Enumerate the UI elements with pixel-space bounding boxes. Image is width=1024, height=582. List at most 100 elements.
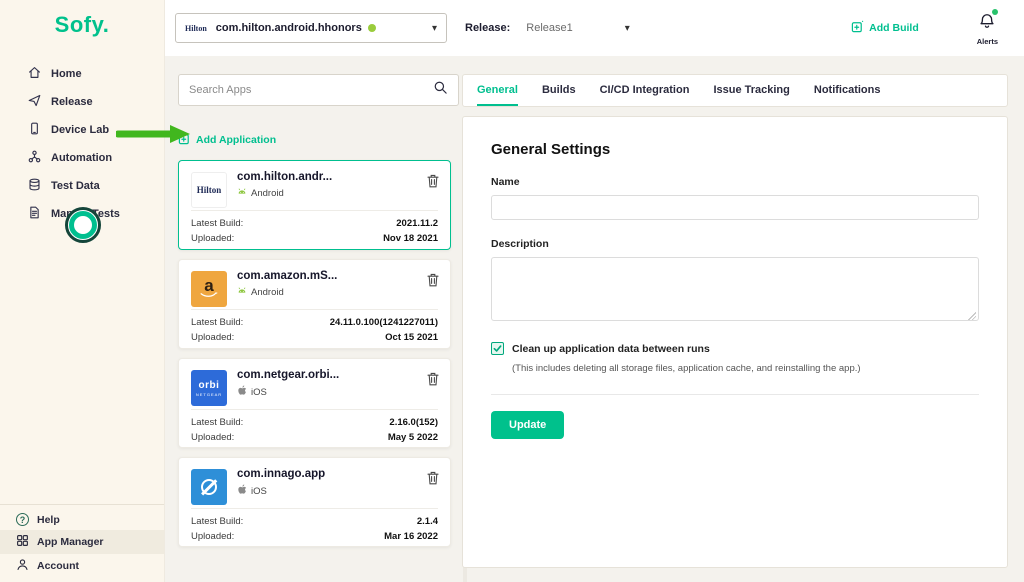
app-package-name: com.innago.app bbox=[237, 468, 438, 480]
cleanup-checkbox[interactable] bbox=[491, 342, 504, 355]
latest-build-value: 2.1.4 bbox=[417, 516, 438, 527]
app-card-netgear[interactable]: orbi NETGEAR com.netgear.orbi... iOS Lat… bbox=[178, 358, 451, 448]
platform-label: Android bbox=[251, 287, 284, 298]
latest-build-label: Latest Build: bbox=[191, 317, 243, 328]
main-content: Add Application Hilton com.hilton.andr..… bbox=[165, 56, 1024, 582]
sidebar-item-label: App Manager bbox=[37, 536, 104, 548]
amazon-app-logo: a bbox=[191, 271, 227, 307]
app-package-name: com.hilton.andr... bbox=[237, 171, 438, 183]
innago-app-logo bbox=[191, 469, 227, 505]
test-data-icon bbox=[28, 178, 41, 194]
uploaded-value: May 5 2022 bbox=[388, 432, 438, 443]
innago-mark bbox=[201, 479, 217, 495]
latest-build-label: Latest Build: bbox=[191, 516, 243, 527]
chevron-down-icon[interactable] bbox=[625, 23, 630, 34]
app-card-amazon[interactable]: a com.amazon.mS... Android Latest Build:… bbox=[178, 259, 451, 349]
app-platform: Android bbox=[237, 286, 438, 299]
loading-spinner bbox=[65, 207, 101, 243]
delete-app-icon[interactable] bbox=[427, 273, 439, 292]
card-divider bbox=[191, 409, 438, 410]
apps-panel: Add Application Hilton com.hilton.andr..… bbox=[178, 74, 459, 556]
topbar: Hilton com.hilton.android.hhonors Releas… bbox=[165, 0, 1024, 56]
sidebar-item-label: Release bbox=[51, 96, 93, 108]
release-label: Release: bbox=[465, 22, 510, 34]
sidebar-footer: Help App Manager Account bbox=[0, 504, 164, 578]
app-selector-dropdown[interactable]: Hilton com.hilton.android.hhonors bbox=[175, 13, 447, 43]
cleanup-option-row: Clean up application data between runs bbox=[491, 342, 979, 355]
sidebar-item-help[interactable]: Help bbox=[0, 509, 164, 530]
description-field[interactable] bbox=[491, 257, 979, 321]
resize-grip-icon[interactable] bbox=[968, 312, 976, 320]
latest-build-row: Latest Build: 2.1.4 bbox=[191, 514, 438, 529]
app-card-hilton[interactable]: Hilton com.hilton.andr... Android Latest… bbox=[178, 160, 451, 250]
sidebar-item-label: Automation bbox=[51, 152, 112, 164]
platform-label: iOS bbox=[251, 387, 267, 398]
sidebar-item-release[interactable]: Release bbox=[0, 88, 164, 116]
latest-build-value: 2021.11.2 bbox=[396, 218, 438, 229]
delete-app-icon[interactable] bbox=[427, 174, 439, 193]
general-settings-panel: General Settings Name Description Clean … bbox=[462, 116, 1008, 568]
app-card-innago[interactable]: com.innago.app iOS Latest Build: 2.1.4 U… bbox=[178, 457, 451, 547]
latest-build-label: Latest Build: bbox=[191, 417, 243, 428]
alerts-button[interactable]: Alerts bbox=[977, 11, 998, 46]
uploaded-label: Uploaded: bbox=[191, 531, 234, 542]
device-lab-icon bbox=[28, 122, 41, 138]
sidebar-item-home[interactable]: Home bbox=[0, 60, 164, 88]
app-package-name: com.netgear.orbi... bbox=[237, 369, 438, 381]
sidebar: Sofy. Home Release Device Lab Automation… bbox=[0, 0, 165, 582]
add-application-label: Add Application bbox=[196, 134, 276, 146]
sidebar-item-app-manager[interactable]: App Manager bbox=[0, 530, 164, 554]
sidebar-item-label: Home bbox=[51, 68, 82, 80]
sidebar-item-automation[interactable]: Automation bbox=[0, 144, 164, 172]
android-icon bbox=[237, 286, 247, 299]
update-button[interactable]: Update bbox=[491, 411, 564, 439]
sidebar-item-account[interactable]: Account bbox=[0, 554, 164, 578]
release-dropdown-value[interactable]: Release1 bbox=[526, 22, 572, 34]
settings-column: General Builds CI/CD Integration Issue T… bbox=[462, 74, 1008, 568]
uploaded-label: Uploaded: bbox=[191, 332, 234, 343]
release-icon bbox=[28, 94, 41, 110]
uploaded-row: Uploaded: Mar 16 2022 bbox=[191, 529, 438, 544]
card-divider bbox=[191, 508, 438, 509]
android-icon bbox=[237, 187, 247, 200]
home-icon bbox=[28, 66, 41, 82]
settings-tabs: General Builds CI/CD Integration Issue T… bbox=[462, 74, 1008, 107]
manual-tests-icon bbox=[28, 206, 41, 222]
cleanup-label: Clean up application data between runs bbox=[512, 343, 710, 355]
apple-icon bbox=[237, 484, 247, 498]
tab-cicd-integration[interactable]: CI/CD Integration bbox=[600, 75, 690, 106]
name-label: Name bbox=[491, 176, 979, 188]
sidebar-item-label: Test Data bbox=[51, 180, 100, 192]
delete-app-icon[interactable] bbox=[427, 471, 439, 490]
sidebar-nav: Home Release Device Lab Automation Test … bbox=[0, 60, 164, 228]
account-icon bbox=[16, 558, 29, 574]
search-icon[interactable] bbox=[433, 80, 448, 100]
sidebar-item-test-data[interactable]: Test Data bbox=[0, 172, 164, 200]
search-apps-box bbox=[178, 74, 459, 106]
add-build-label: Add Build bbox=[869, 22, 919, 34]
latest-build-value: 2.16.0(152) bbox=[389, 417, 438, 428]
add-build-button[interactable]: Add Build bbox=[851, 20, 919, 36]
uploaded-label: Uploaded: bbox=[191, 432, 234, 443]
delete-app-icon[interactable] bbox=[427, 372, 439, 391]
tab-notifications[interactable]: Notifications bbox=[814, 75, 881, 106]
tab-issue-tracking[interactable]: Issue Tracking bbox=[713, 75, 789, 106]
uploaded-row: Uploaded: Oct 15 2021 bbox=[191, 330, 438, 345]
alerts-label: Alerts bbox=[977, 37, 998, 46]
uploaded-value: Mar 16 2022 bbox=[384, 531, 438, 542]
add-application-button[interactable]: Add Application bbox=[178, 132, 459, 148]
name-field[interactable] bbox=[491, 195, 979, 220]
card-divider bbox=[191, 309, 438, 310]
tab-builds[interactable]: Builds bbox=[542, 75, 576, 106]
sidebar-item-label: Account bbox=[37, 560, 79, 572]
uploaded-value: Nov 18 2021 bbox=[383, 233, 438, 244]
app-card-list: Hilton com.hilton.andr... Android Latest… bbox=[178, 160, 459, 547]
search-apps-input[interactable] bbox=[189, 84, 433, 96]
app-platform: iOS bbox=[237, 484, 438, 498]
app-platform: iOS bbox=[237, 385, 438, 399]
annotation-arrow bbox=[116, 124, 192, 144]
tab-general[interactable]: General bbox=[477, 75, 518, 106]
page-title: General Settings bbox=[491, 141, 979, 158]
settings-divider bbox=[491, 394, 979, 395]
orbi-app-logo: orbi NETGEAR bbox=[191, 370, 227, 406]
